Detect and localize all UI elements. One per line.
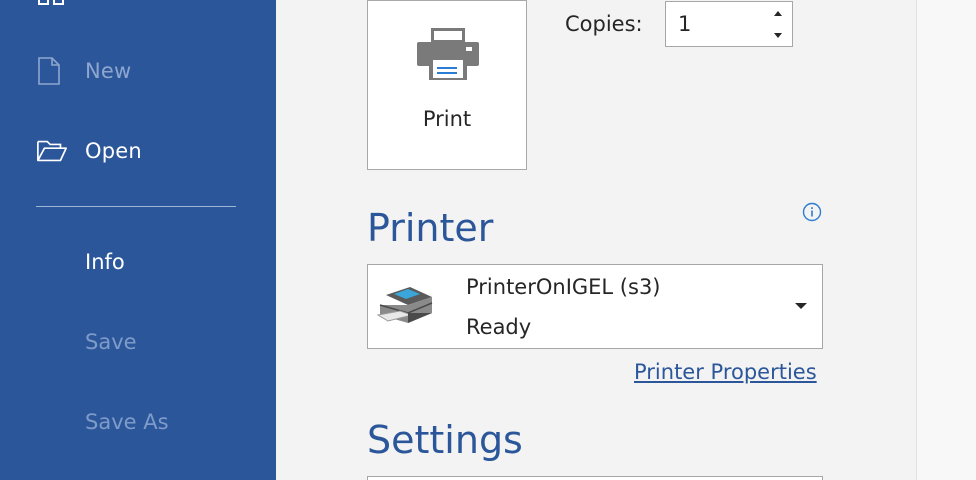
preview-pane	[916, 0, 976, 480]
new-document-icon	[36, 56, 68, 86]
backstage-print-view: New Open Info Save Save As Print Copies:…	[0, 0, 976, 480]
spin-up-icon[interactable]	[772, 8, 784, 18]
chevron-down-icon	[795, 303, 807, 309]
sidebar-item-info[interactable]: Info	[85, 250, 125, 274]
copies-label: Copies:	[565, 12, 643, 36]
home-icon[interactable]	[38, 0, 64, 6]
sidebar-divider	[36, 206, 236, 207]
sidebar-item-label: New	[85, 59, 132, 83]
sidebar-item-save-as[interactable]: Save As	[85, 410, 169, 434]
sidebar-item-open[interactable]: Open	[36, 133, 142, 169]
printer-status: Ready	[466, 315, 532, 339]
printer-dropdown[interactable]: PrinterOnIGEL (s3) Ready	[367, 264, 823, 349]
print-button[interactable]: Print	[367, 0, 527, 170]
sidebar-item-new[interactable]: New	[36, 53, 131, 89]
printer-section-title: Printer	[367, 206, 494, 250]
info-icon[interactable]	[802, 202, 822, 222]
copies-value: 1	[678, 12, 692, 36]
printer-icon	[417, 28, 479, 80]
folder-open-icon	[36, 136, 68, 166]
backstage-sidebar: New Open Info Save Save As	[0, 0, 276, 480]
settings-section-title: Settings	[367, 418, 523, 462]
sidebar-item-label: Open	[85, 139, 142, 163]
print-pane: Print Copies: 1 Printer PrinterOnIGEL (s…	[276, 0, 916, 480]
settings-dropdown[interactable]	[367, 476, 823, 480]
spin-down-icon[interactable]	[772, 31, 784, 41]
sidebar-item-save[interactable]: Save	[85, 330, 137, 354]
copies-stepper[interactable]: 1	[665, 1, 793, 47]
multifunction-printer-icon	[376, 287, 433, 323]
print-button-label: Print	[422, 107, 472, 131]
printer-name: PrinterOnIGEL (s3)	[466, 275, 661, 299]
printer-properties-link[interactable]: Printer Properties	[634, 360, 817, 384]
